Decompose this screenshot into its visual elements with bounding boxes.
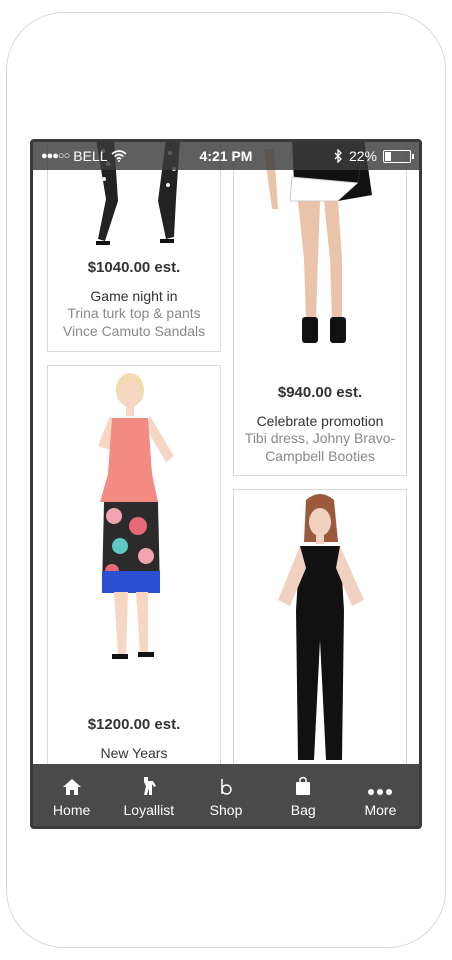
look-image-celebrate-promotion xyxy=(264,142,372,343)
loyallist-icon xyxy=(143,777,156,795)
look-price: $940.00 est. xyxy=(277,384,363,401)
tab-bag[interactable]: Bag xyxy=(265,764,342,826)
bag-icon xyxy=(296,776,311,795)
look-card-jumpsuit[interactable] xyxy=(233,489,407,809)
look-title: New Years xyxy=(100,745,168,761)
tab-label: Loyallist xyxy=(123,802,175,818)
tab-label: Bag xyxy=(290,802,316,818)
tab-label: Home xyxy=(52,802,91,818)
look-title: Game night in xyxy=(90,288,178,304)
app-view: $1040.00 est. Game night in Trina turk t… xyxy=(33,142,419,826)
look-price: $1200.00 est. xyxy=(87,716,181,733)
tab-label: Shop xyxy=(209,802,243,818)
look-image-new-years xyxy=(98,373,174,659)
look-price: $1040.00 est. xyxy=(87,259,181,276)
tab-loyallist[interactable]: Loyallist xyxy=(110,764,187,826)
look-image-jumpsuit xyxy=(278,494,364,760)
battery-icon xyxy=(383,149,414,163)
shop-icon xyxy=(221,779,232,795)
look-card-game-night[interactable]: $1040.00 est. Game night in Trina turk t… xyxy=(47,142,221,352)
look-card-new-years[interactable]: $1200.00 est. New Years xyxy=(47,365,221,785)
tab-more[interactable]: More xyxy=(342,764,419,826)
look-detail: Campbell Booties xyxy=(265,448,375,464)
look-card-celebrate-promotion[interactable]: $940.00 est. Celebrate promotion Tibi dr… xyxy=(233,142,407,476)
phone-screen: $1040.00 est. Game night in Trina turk t… xyxy=(30,139,422,829)
home-icon xyxy=(62,779,81,795)
look-detail: Vince Camuto Sandals xyxy=(62,323,206,339)
tab-label: More xyxy=(364,802,397,818)
bluetooth-icon xyxy=(334,149,342,163)
look-detail: Tibi dress, Johny Bravo- xyxy=(244,430,396,446)
battery-percent: 22% xyxy=(348,148,377,164)
tab-home[interactable]: Home xyxy=(33,764,110,826)
status-bar: ●●●○○ BELL 4:21 PM 22% xyxy=(33,142,419,170)
more-icon xyxy=(368,789,393,795)
tab-bar: Home Loyallist Shop Bag More xyxy=(33,764,419,826)
look-detail: Trina turk top & pants xyxy=(67,305,201,321)
look-title: Celebrate promotion xyxy=(256,413,384,429)
tab-shop[interactable]: Shop xyxy=(187,764,264,826)
